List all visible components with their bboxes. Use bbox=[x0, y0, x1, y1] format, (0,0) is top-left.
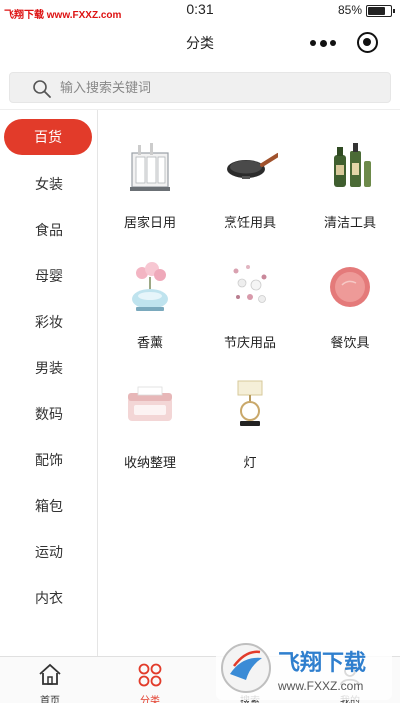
battery-percent: 85% bbox=[337, 3, 362, 17]
organizer-box-icon bbox=[128, 386, 172, 421]
grid-item-label: 收纳整理 bbox=[123, 455, 176, 470]
aroma-diffuser-icon bbox=[132, 262, 168, 311]
sidebar-item-peishi[interactable]: 配饰 bbox=[0, 442, 98, 478]
search-icon bbox=[33, 80, 51, 98]
frying-pan-icon bbox=[227, 153, 278, 179]
watermark-logo-url: www.FXXZ.com bbox=[277, 679, 363, 693]
search-box[interactable] bbox=[9, 72, 391, 103]
battery-icon bbox=[366, 5, 395, 17]
sidebar-item-nanzhuang[interactable]: 男装 bbox=[0, 350, 98, 386]
tab-home[interactable]: 首页 bbox=[0, 657, 100, 703]
search-bar bbox=[0, 64, 400, 110]
grid-item-jieqing[interactable]: 节庆用品 bbox=[200, 230, 300, 350]
sidebar-item-neiyi[interactable]: 内衣 bbox=[0, 580, 98, 616]
grid-item-qingjie[interactable]: 清洁工具 bbox=[300, 110, 400, 230]
category-icon bbox=[138, 663, 162, 687]
grid-item-jujia[interactable]: 居家日用 bbox=[100, 110, 200, 230]
search-input[interactable] bbox=[60, 73, 380, 102]
plate-icon bbox=[330, 267, 370, 307]
sidebar-item-shipin[interactable]: 食品 bbox=[0, 212, 98, 248]
festive-decor-icon bbox=[233, 265, 267, 303]
grid-item-shouna[interactable]: 收纳整理 bbox=[100, 350, 200, 470]
grid-item-deng[interactable]: 灯 bbox=[200, 350, 300, 470]
lamp-icon bbox=[237, 380, 263, 426]
status-bar: 飞翔下载 www.FXXZ.com 0:31 85% bbox=[0, 0, 400, 22]
grid-item-label: 节庆用品 bbox=[223, 335, 276, 350]
watermark-logo-title: 飞翔下载 bbox=[278, 650, 366, 675]
grid-item-label: 居家日用 bbox=[123, 215, 176, 230]
grid-item-label: 烹饪用具 bbox=[223, 215, 276, 230]
grid-item-pengren[interactable]: 烹饪用具 bbox=[200, 110, 300, 230]
sidebar-item-xiangbao[interactable]: 箱包 bbox=[0, 488, 98, 524]
grid-item-label: 清洁工具 bbox=[323, 215, 376, 230]
subcategory-grid: 居家日用 烹饪用具 清洁工具 香薰 节庆用品 餐饮具 收纳整理 灯 bbox=[100, 110, 400, 656]
sidebar-item-muying[interactable]: 母婴 bbox=[0, 258, 98, 294]
sidebar-item-baihuo[interactable]: 百货 bbox=[4, 119, 92, 155]
sidebar-item-shuma[interactable]: 数码 bbox=[0, 396, 98, 432]
grid-item-label: 餐饮具 bbox=[330, 335, 370, 350]
tab-label: 分类 bbox=[140, 696, 160, 703]
close-miniprogram-icon[interactable] bbox=[357, 32, 378, 53]
sidebar-item-nvzhuang[interactable]: 女装 bbox=[0, 166, 98, 202]
watermark-logo: 飞翔下载 www.FXXZ.com bbox=[216, 636, 392, 700]
grid-item-xiangxun[interactable]: 香薰 bbox=[100, 230, 200, 350]
storage-box-icon bbox=[130, 143, 170, 191]
sidebar-item-caizhuang[interactable]: 彩妆 bbox=[0, 304, 98, 340]
tab-category[interactable]: 分类 bbox=[100, 657, 200, 703]
category-sidebar: 百货 女装 食品 母婴 彩妆 男装 数码 配饰 箱包 运动 内衣 bbox=[0, 110, 98, 656]
page-title: 分类 bbox=[186, 35, 214, 51]
tab-label: 首页 bbox=[40, 696, 60, 703]
cleaning-bottles-icon bbox=[334, 143, 371, 187]
nav-bar: 分类 bbox=[0, 22, 400, 64]
grid-item-label: 香薰 bbox=[136, 335, 163, 350]
grid-item-canyin[interactable]: 餐饮具 bbox=[300, 230, 400, 350]
home-icon bbox=[39, 663, 61, 685]
sidebar-item-yundong[interactable]: 运动 bbox=[0, 534, 98, 570]
grid-item-label: 灯 bbox=[243, 455, 257, 470]
more-menu-icon[interactable] bbox=[310, 36, 336, 50]
